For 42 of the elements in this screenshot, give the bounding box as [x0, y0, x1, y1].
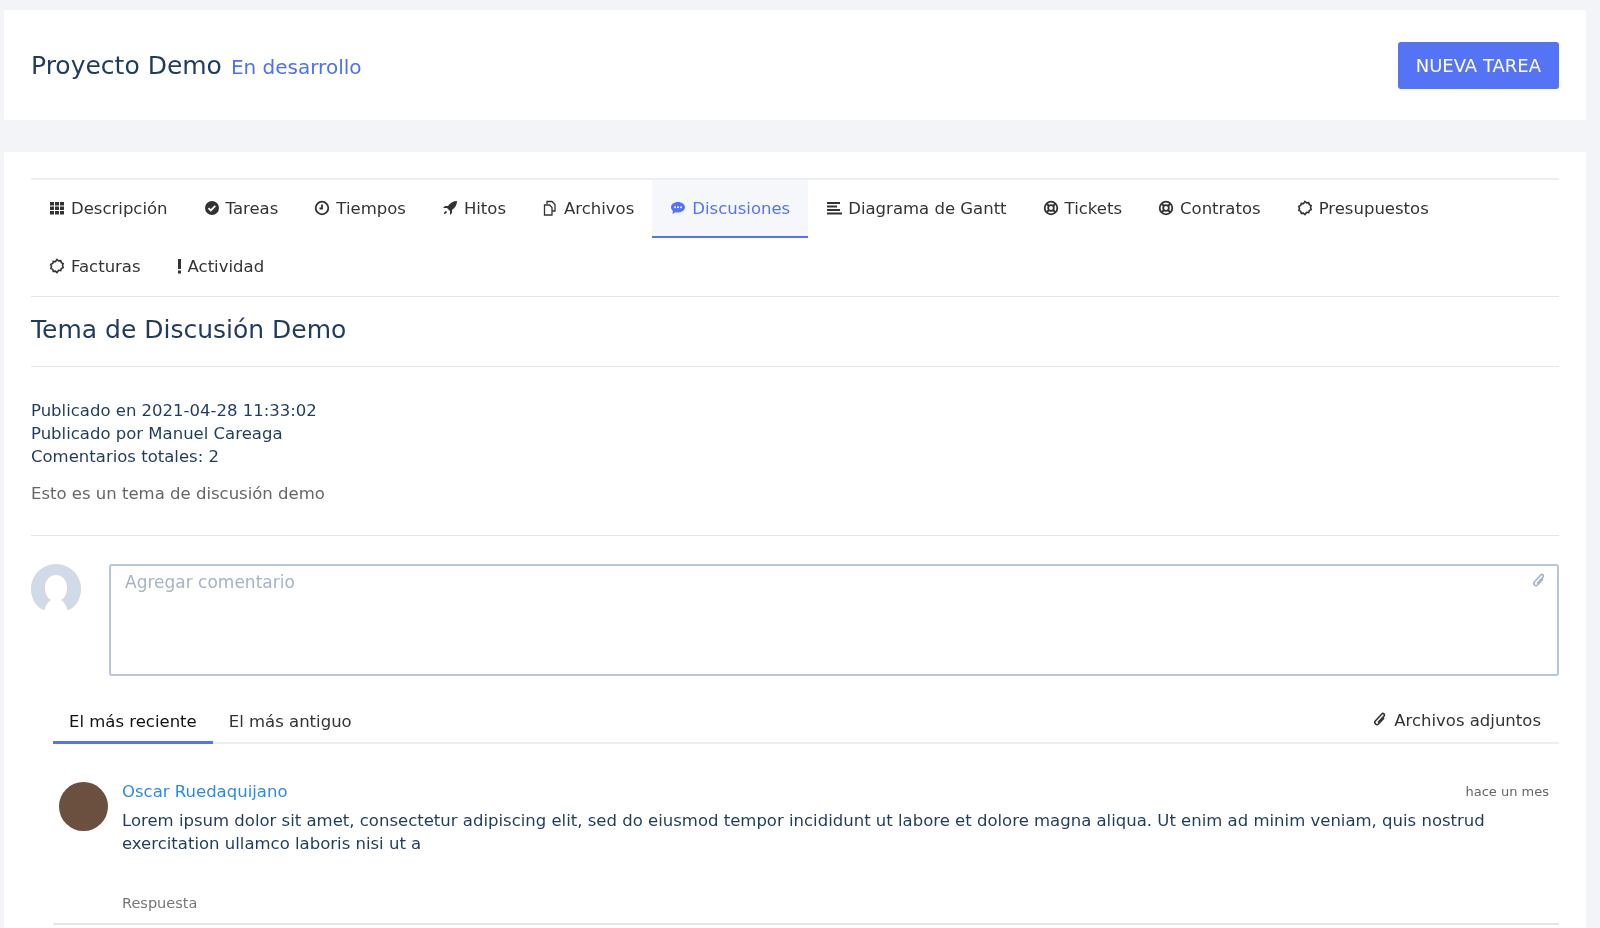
tab[interactable]: Discusiones — [652, 180, 809, 238]
check-circle-icon — [203, 200, 220, 216]
discussion-meta: Comentarios totales: 2 — [31, 447, 220, 466]
align-left-icon — [826, 200, 843, 216]
tab[interactable]: Facturas — [31, 238, 159, 296]
gear-icon — [49, 258, 65, 274]
tab[interactable]: Tiempos — [296, 180, 424, 238]
discussion-meta: Publicado en 2021-04-28 11:33:02 — [31, 401, 318, 420]
exclamation-icon — [176, 258, 182, 274]
grid-icon — [49, 200, 65, 216]
photo-placeholder — [59, 782, 108, 831]
tab[interactable]: Hitos — [423, 180, 525, 238]
attachments-link[interactable]: Archivos adjuntos — [1354, 706, 1559, 742]
tab[interactable]: Descripción — [31, 180, 186, 238]
comment-text: Lorem ipsum dolor sit amet, consectetur adipiscing elit, sed do eiusmod tempor incididunt ut labore et dolore magna aliqua. Ut enim ad minim veniam, quis nostrud exercitation ullamco laboris nisi ut a — [122, 810, 1486, 855]
rocket-icon — [441, 200, 458, 216]
gear-icon — [1296, 200, 1313, 216]
new-task-button[interactable]: NUEVA TAREA — [1397, 41, 1559, 89]
lifebuoy-icon — [1042, 200, 1059, 216]
project-status: En desarrollo — [230, 54, 362, 79]
lifebuoy-icon — [1158, 200, 1174, 216]
reply-link[interactable]: Respuesta — [122, 895, 1549, 911]
tab[interactable]: Tareas — [185, 180, 297, 238]
tab[interactable]: Actividad — [158, 238, 283, 296]
discussion-title: Tema de Discusión Demo — [31, 297, 1559, 367]
copy-icon — [542, 200, 559, 216]
tab[interactable]: Contratos — [1140, 180, 1279, 238]
tab[interactable]: Tickets — [1024, 180, 1140, 238]
comment-time: hace un mes — [1465, 784, 1549, 799]
tab[interactable]: Diagrama de Gantt — [808, 180, 1025, 238]
tab[interactable]: Presupuestos — [1278, 180, 1447, 238]
avatar-silhouette-icon — [31, 564, 81, 612]
comment-author[interactable]: Oscar Ruedaquijano — [122, 782, 288, 801]
discussion-description: Esto es un tema de discusión demo — [31, 466, 1559, 536]
clock-icon — [314, 200, 331, 216]
sort-tab[interactable]: El más antiguo — [212, 706, 368, 744]
tab[interactable]: Archivos — [524, 180, 653, 238]
chat-bubble-icon — [670, 200, 687, 216]
discussion-meta: Publicado por Manuel Careaga — [31, 424, 284, 443]
sort-tab[interactable]: El más reciente — [53, 706, 213, 744]
comment-field[interactable]: Agregar comentario — [109, 564, 1559, 676]
project-title: Proyecto Demo — [31, 50, 222, 80]
